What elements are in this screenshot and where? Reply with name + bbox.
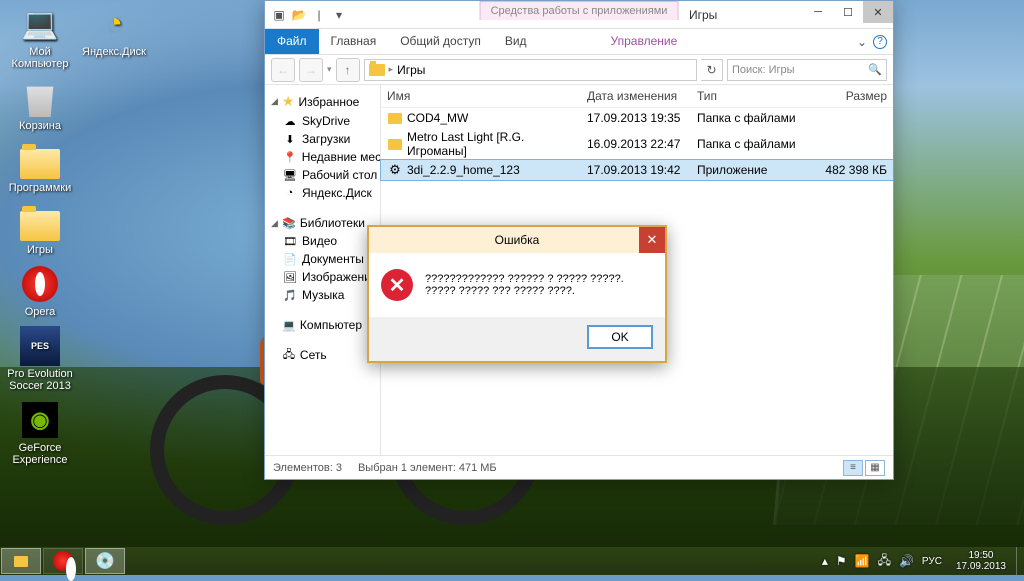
- app-icon: ⚙: [387, 162, 403, 178]
- tray-show-hidden-icon[interactable]: ▴: [822, 554, 828, 568]
- help-icon[interactable]: ?: [873, 35, 887, 49]
- file-row[interactable]: COD4_MW17.09.2013 19:35Папка с файлами: [381, 108, 893, 128]
- desktop-icon-ydisk[interactable]: ◔Яндекс.Диск: [78, 4, 150, 58]
- dialog-message: ????????????? ?????? ? ????? ?????. ????…: [425, 273, 653, 297]
- qat-properties-icon[interactable]: ▣: [271, 7, 287, 23]
- tray-volume-icon[interactable]: 🔊: [899, 554, 914, 568]
- desktop-icon-label: Мой Компьютер: [4, 46, 76, 70]
- desktop-icon-pes[interactable]: PESPro Evolution Soccer 2013: [4, 326, 76, 392]
- nav-item[interactable]: 🎵Музыка: [265, 286, 380, 304]
- nav-item[interactable]: 📍Недавние места: [265, 148, 380, 166]
- ribbon-expand-icon[interactable]: ⌄: [857, 35, 867, 49]
- show-desktop-button[interactable]: [1016, 547, 1024, 575]
- desktop-icon-folder[interactable]: Игры: [4, 202, 76, 256]
- dialog-close-button[interactable]: ✕: [639, 227, 665, 253]
- ribbon-tab-share[interactable]: Общий доступ: [388, 29, 493, 54]
- breadcrumb[interactable]: ▸ Игры: [364, 59, 697, 81]
- folder-icon: [387, 136, 403, 152]
- dialog-title: Ошибка: [495, 233, 540, 247]
- taskbar-explorer[interactable]: [1, 548, 41, 574]
- taskbar: 💿 ▴ ⚑ 📶 🖧 🔊 РУС 19:50 17.09.2013: [0, 547, 1024, 575]
- nav-computer[interactable]: ◢💻Компьютер: [265, 316, 380, 334]
- breadcrumb-segment[interactable]: Игры: [397, 63, 425, 77]
- up-button[interactable]: ↑: [336, 58, 360, 82]
- desktop-icon-folder[interactable]: Программки: [4, 140, 76, 194]
- desktop-icon-opera[interactable]: Opera: [4, 264, 76, 318]
- titlebar[interactable]: ▣ 📂 | ▾ Средства работы с приложениями И…: [265, 1, 893, 29]
- ok-button[interactable]: OK: [587, 325, 653, 349]
- file-row[interactable]: ⚙3di_2.2.9_home_12317.09.2013 19:42Прило…: [381, 160, 893, 180]
- refresh-button[interactable]: ↻: [701, 59, 723, 81]
- minimize-button[interactable]: ─: [803, 1, 833, 23]
- error-icon: ✕: [381, 269, 413, 301]
- navigation-pane: ◢★Избранное ☁SkyDrive⬇Загрузки📍Недавние …: [265, 85, 381, 455]
- col-name[interactable]: Имя: [387, 89, 587, 103]
- col-size[interactable]: Размер: [807, 89, 887, 103]
- address-bar-row: ← → ▾ ↑ ▸ Игры ↻ Поиск: Игры 🔍: [265, 55, 893, 85]
- desktop-icon-label: Opera: [4, 306, 76, 318]
- tray-network2-icon[interactable]: 🖧: [878, 551, 891, 572]
- status-count: Элементов: 3: [273, 462, 342, 474]
- desktop-icon-label: Pro Evolution Soccer 2013: [4, 368, 76, 392]
- ribbon-tab-manage[interactable]: Управление: [599, 29, 690, 54]
- error-dialog: Ошибка ✕ ✕ ????????????? ?????? ? ????? …: [367, 225, 667, 363]
- taskbar-installer[interactable]: 💿: [85, 548, 125, 574]
- forward-button[interactable]: →: [299, 58, 323, 82]
- maximize-button[interactable]: ☐: [833, 1, 863, 23]
- qat-open-icon[interactable]: 📂: [291, 7, 307, 23]
- view-details-button[interactable]: ≡: [843, 460, 863, 476]
- nav-item[interactable]: ⬇Загрузки: [265, 130, 380, 148]
- nav-item[interactable]: ◔Яндекс.Диск: [265, 184, 380, 202]
- desktop-icon-label: Яндекс.Диск: [78, 46, 150, 58]
- desktop-icon-label: Программки: [4, 182, 76, 194]
- col-date[interactable]: Дата изменения: [587, 89, 697, 103]
- qat-dropdown-icon[interactable]: ▾: [331, 7, 347, 23]
- dialog-titlebar[interactable]: Ошибка ✕: [369, 227, 665, 253]
- desktop-icon-bin[interactable]: Корзина: [4, 78, 76, 132]
- nav-favorites-header[interactable]: ◢★Избранное: [265, 91, 380, 112]
- taskbar-opera[interactable]: [43, 548, 83, 574]
- ribbon-tabs: Файл Главная Общий доступ Вид Управление…: [265, 29, 893, 55]
- nav-network[interactable]: ◢🖧Сеть: [265, 346, 380, 364]
- window-title: Игры: [689, 8, 717, 22]
- status-bar: Элементов: 3 Выбран 1 элемент: 471 МБ ≡ …: [265, 455, 893, 479]
- search-icon: 🔍: [868, 63, 882, 76]
- close-button[interactable]: ✕: [863, 1, 893, 23]
- nav-item[interactable]: ☁SkyDrive: [265, 112, 380, 130]
- file-row[interactable]: Metro Last Light [R.G. Игроманы]16.09.20…: [381, 128, 893, 160]
- nav-item[interactable]: 🖼Изображения: [265, 268, 380, 286]
- search-placeholder: Поиск: Игры: [732, 64, 795, 76]
- view-icons-button[interactable]: ▦: [865, 460, 885, 476]
- folder-icon: [387, 110, 403, 126]
- desktop-icon-label: Корзина: [4, 120, 76, 132]
- desktop-icon-pc[interactable]: 💻Мой Компьютер: [4, 4, 76, 70]
- ribbon-tab-home[interactable]: Главная: [319, 29, 389, 54]
- status-selection: Выбран 1 элемент: 471 МБ: [358, 462, 497, 474]
- tray-language[interactable]: РУС: [922, 556, 942, 567]
- desktop-icon-label: GeForce Experience: [4, 442, 76, 466]
- folder-icon: [369, 64, 385, 76]
- col-type[interactable]: Тип: [697, 89, 807, 103]
- tray-flag-icon[interactable]: ⚑: [836, 554, 847, 568]
- back-button[interactable]: ←: [271, 58, 295, 82]
- nav-item[interactable]: 🎞Видео: [265, 232, 380, 250]
- search-input[interactable]: Поиск: Игры 🔍: [727, 59, 887, 81]
- nav-libraries-header[interactable]: ◢📚Библиотеки: [265, 214, 380, 232]
- desktop-icon-label: Игры: [4, 244, 76, 256]
- history-dropdown-icon[interactable]: ▾: [327, 64, 332, 75]
- ribbon-tab-file[interactable]: Файл: [265, 29, 319, 54]
- ribbon-contextual-header: Средства работы с приложениями: [480, 1, 679, 20]
- desktop-icon-nvidia[interactable]: ◉GeForce Experience: [4, 400, 76, 466]
- tray-network-icon[interactable]: 📶: [855, 554, 870, 568]
- tray-clock[interactable]: 19:50 17.09.2013: [950, 550, 1012, 573]
- qat-divider: |: [311, 7, 327, 23]
- ribbon-tab-view[interactable]: Вид: [493, 29, 539, 54]
- nav-item[interactable]: 📄Документы: [265, 250, 380, 268]
- nav-item[interactable]: 🖥Рабочий стол: [265, 166, 380, 184]
- column-headers[interactable]: Имя Дата изменения Тип Размер: [381, 85, 893, 108]
